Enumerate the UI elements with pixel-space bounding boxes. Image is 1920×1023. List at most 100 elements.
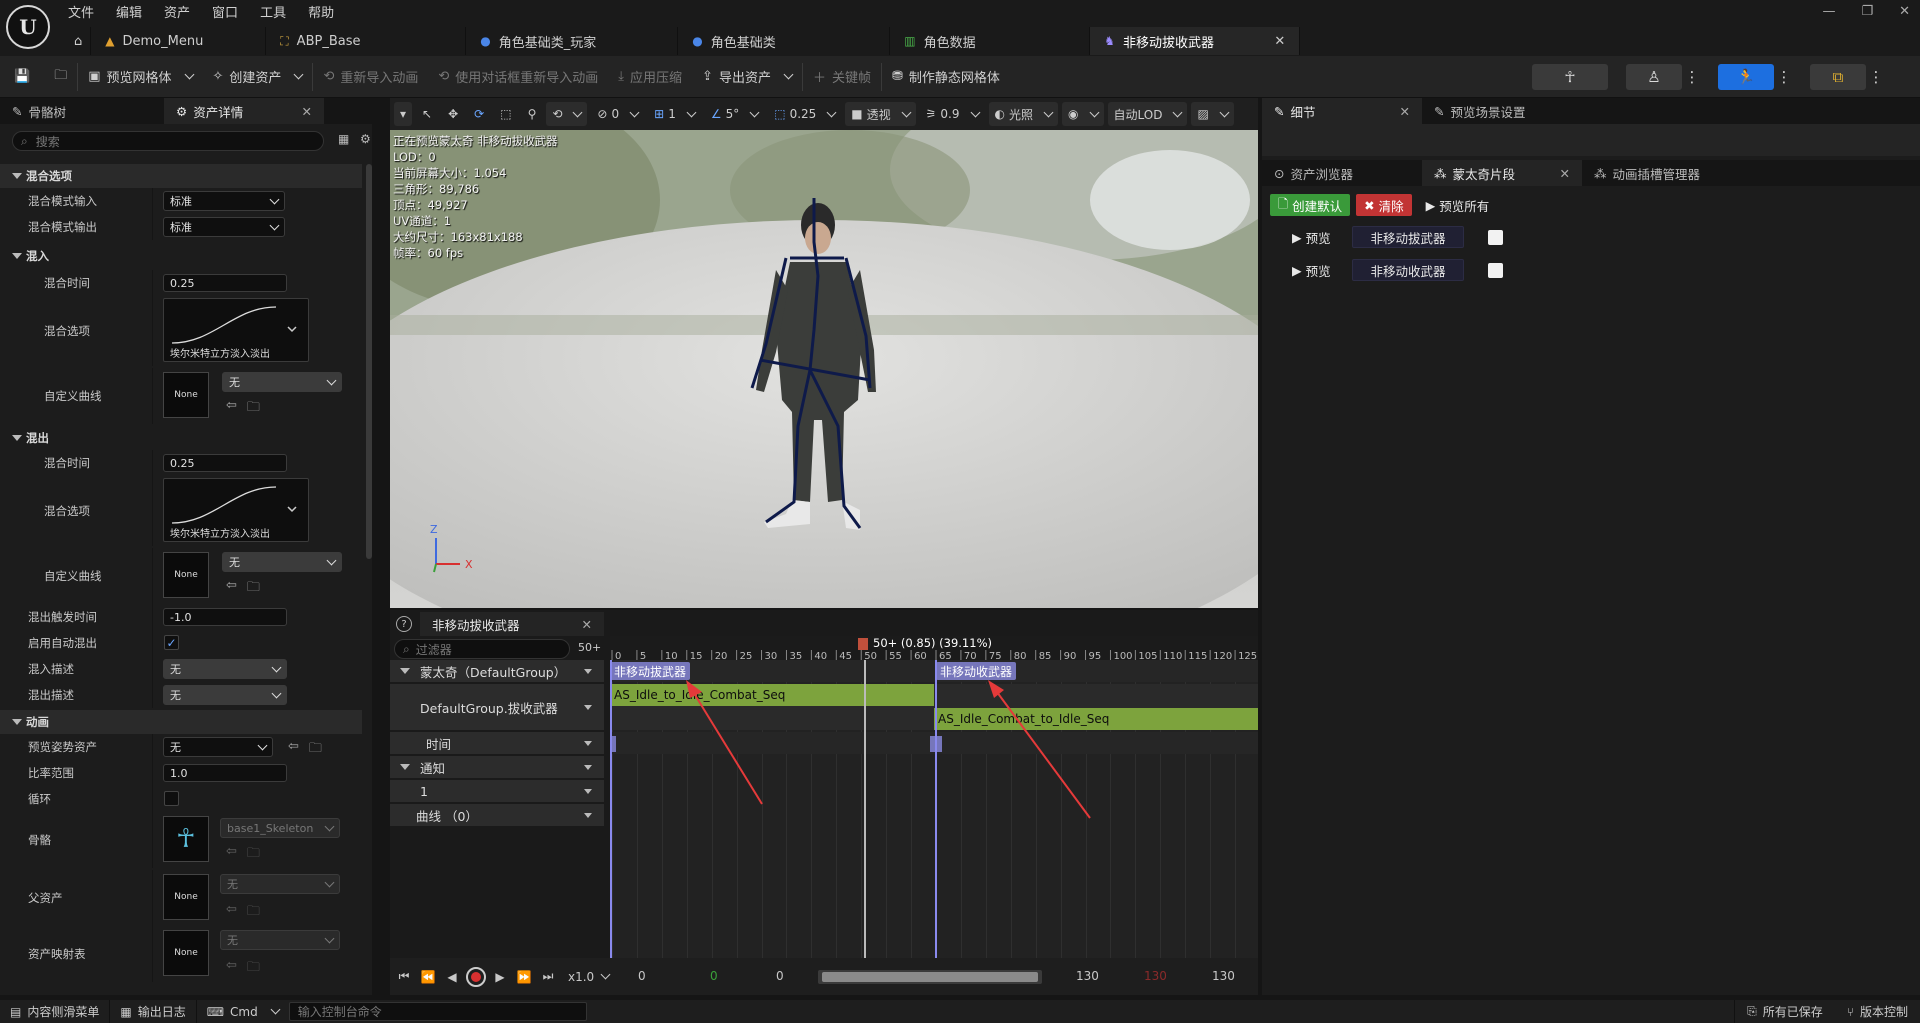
auto-blend-out-checkbox[interactable]: ✓ xyxy=(164,635,179,650)
tab-montage[interactable]: ♞ 非移动拔收武器 ✕ xyxy=(1090,27,1301,55)
close-icon[interactable]: ✕ xyxy=(562,617,592,632)
help-icon[interactable]: ? xyxy=(396,616,412,632)
parent-asset-select[interactable]: 无 xyxy=(220,874,340,894)
tab-asset-browser[interactable]: ⊙ 资产浏览器 xyxy=(1262,160,1422,186)
surface-snap-button[interactable]: ⟲ xyxy=(546,102,588,126)
keyframe-button[interactable]: ＋关键帧 xyxy=(803,56,881,98)
grid-snap-toggle[interactable]: ⊘ 0 xyxy=(591,102,644,126)
more-icon[interactable]: ⋮ xyxy=(1776,64,1792,90)
parent-asset-thumbnail[interactable]: None xyxy=(163,874,209,920)
browse-icon[interactable]: 🗀 xyxy=(247,958,260,980)
play-icon[interactable]: ▶ xyxy=(490,970,510,984)
export-asset-button[interactable]: ⇪ 导出资产 xyxy=(692,56,802,98)
close-icon[interactable]: ✕ xyxy=(1536,166,1570,181)
restore-icon[interactable]: ❐ xyxy=(1861,4,1873,19)
close-window-icon[interactable]: ✕ xyxy=(1899,4,1910,19)
minimize-icon[interactable]: — xyxy=(1822,4,1835,19)
tab-character-data[interactable]: ▥ 角色数据 xyxy=(890,27,1091,55)
category-blend-in[interactable]: 混入 xyxy=(0,244,362,268)
section-loop-checkbox[interactable] xyxy=(1488,262,1503,278)
step-back-icon[interactable]: ⏪ xyxy=(418,970,438,984)
preview-all-button[interactable]: ▶ 预览所有 xyxy=(1418,194,1498,216)
blend-in-profile-select[interactable]: 无 xyxy=(163,659,287,679)
perspective-button[interactable]: ■ 透视 xyxy=(845,102,916,126)
menu-tools[interactable]: 工具 xyxy=(260,2,286,21)
menu-window[interactable]: 窗口 xyxy=(212,2,238,21)
record-button[interactable] xyxy=(466,966,486,987)
preview-section-button[interactable]: ▶ 预览 xyxy=(1284,259,1340,281)
skip-to-start-icon[interactable]: ⏮ xyxy=(394,969,414,984)
console-command-input[interactable]: 输入控制台命令 xyxy=(288,1002,587,1021)
source-control-button[interactable]: ⑂ 版本控制 xyxy=(1835,1000,1920,1023)
tab-character-base[interactable]: ● 角色基础类 xyxy=(678,27,891,55)
unreal-logo-icon[interactable]: U xyxy=(6,5,50,49)
range-scrollbar-thumb[interactable] xyxy=(822,972,1038,982)
close-icon[interactable]: ✕ xyxy=(1274,34,1285,49)
table-view-icon[interactable]: ▦ xyxy=(338,132,349,146)
tab-abp-base[interactable]: ⛶ ABP_Base xyxy=(266,27,467,55)
range-end[interactable]: 130 xyxy=(1212,969,1235,983)
menu-asset[interactable]: 资产 xyxy=(164,2,190,21)
tab-preview-scene-settings[interactable]: ✎ 预览场景设置 xyxy=(1422,98,1622,124)
blueprint-mode-button[interactable]: ⧉ xyxy=(1810,64,1866,90)
asset-mapping-thumbnail[interactable]: None xyxy=(163,930,209,976)
track-notify-1[interactable]: 1 xyxy=(390,780,604,802)
use-selected-icon[interactable]: ⇦ xyxy=(226,398,237,420)
more-icon[interactable]: ⋮ xyxy=(1868,64,1884,90)
lod-button[interactable]: 自动LOD xyxy=(1107,102,1188,126)
menu-edit[interactable]: 编辑 xyxy=(116,2,142,21)
range-view-start[interactable]: 0 xyxy=(776,969,784,983)
track-curves[interactable]: 曲线 （0） xyxy=(390,804,604,826)
range-start[interactable]: 0 xyxy=(638,969,646,983)
reimport-dialog-button[interactable]: ⟲ 使用对话框重新导入动画 xyxy=(428,56,608,98)
tab-skeleton-tree[interactable]: ✎ 骨骼树 xyxy=(0,98,164,124)
make-static-mesh-button[interactable]: ⛃ 制作静态网格体 xyxy=(882,56,1010,98)
range-working-end[interactable]: 130 xyxy=(1144,969,1167,983)
apply-compression-button[interactable]: ⤓ 应用压缩 xyxy=(608,56,692,98)
blend-out-time-input[interactable]: 0.25 xyxy=(163,454,287,472)
step-forward-icon[interactable]: ⏩ xyxy=(514,970,534,984)
skip-to-end-icon[interactable]: ⏭ xyxy=(538,969,558,984)
browse-icon[interactable]: 🗀 xyxy=(247,902,260,924)
menu-help[interactable]: 帮助 xyxy=(308,2,334,21)
viewport-options-button[interactable]: ▾ xyxy=(394,102,413,126)
use-selected-icon[interactable]: ⇦ xyxy=(226,578,237,600)
track-montage[interactable]: 蒙太奇（DefaultGroup） xyxy=(390,660,604,682)
screenshot-button[interactable]: ▨ xyxy=(1191,102,1234,126)
track-notify[interactable]: 通知 xyxy=(390,756,604,778)
select-icon[interactable]: ↖ xyxy=(416,102,438,126)
category-animation[interactable]: 动画 xyxy=(0,710,362,734)
more-icon[interactable]: ⋮ xyxy=(1684,64,1700,90)
output-log-button[interactable]: ▦ 输出日志 xyxy=(110,1000,197,1023)
create-asset-button[interactable]: ✧ 创建资产 xyxy=(203,56,313,98)
track-slot[interactable]: DefaultGroup.拔收武器 xyxy=(390,684,604,730)
montage-timeline-area[interactable]: 非移动拔武器 非移动收武器 AS_Idle_to_Idle_Combat_Seq… xyxy=(610,660,1258,958)
rotation-snap-button[interactable]: ∠ 5° xyxy=(705,102,764,126)
blend-mode-in-select[interactable]: 标准 xyxy=(163,191,285,211)
grid-size-button[interactable]: ⊞ 1 xyxy=(648,102,701,126)
category-blend-options[interactable]: 混合选项 xyxy=(0,164,362,188)
category-blend-out[interactable]: 混出 xyxy=(0,426,362,450)
browse-icon[interactable]: 🗀 xyxy=(309,739,322,761)
range-working-start[interactable]: 0 xyxy=(710,969,718,983)
tab-montage-sections[interactable]: ⁂ 蒙太奇片段 ✕ xyxy=(1422,160,1582,186)
transform-space-icon[interactable]: ⚲ xyxy=(522,102,543,126)
animation-mode-button[interactable]: 🏃 xyxy=(1718,64,1774,90)
range-view-end[interactable]: 130 xyxy=(1076,969,1099,983)
curve-thumbnail[interactable]: None xyxy=(163,552,209,598)
cmd-dropdown[interactable]: ⌨ Cmd xyxy=(197,1000,289,1023)
loop-checkbox[interactable] xyxy=(164,791,179,806)
curve-thumbnail[interactable]: None xyxy=(163,372,209,418)
preview-pose-select[interactable]: 无 xyxy=(163,737,273,757)
tab-montage-timeline[interactable]: 非移动拔收武器 ✕ xyxy=(420,612,604,636)
camera-speed-button[interactable]: ⚞ 0.9 xyxy=(920,102,985,126)
rate-scale-input[interactable]: 1.0 xyxy=(163,764,287,782)
mesh-mode-button[interactable]: ♙ xyxy=(1626,64,1682,90)
playhead-handle[interactable] xyxy=(858,638,868,650)
preview-mesh-button[interactable]: ▣ 预览网格体 xyxy=(78,56,202,98)
clear-button[interactable]: ✖ 清除 xyxy=(1356,194,1412,216)
browse-icon[interactable]: 🗀 xyxy=(247,398,260,420)
skeleton-select[interactable]: base1_Skeleton xyxy=(220,818,340,838)
asset-mapping-select[interactable]: 无 xyxy=(220,930,340,950)
blend-mode-out-select[interactable]: 标准 xyxy=(163,217,285,237)
